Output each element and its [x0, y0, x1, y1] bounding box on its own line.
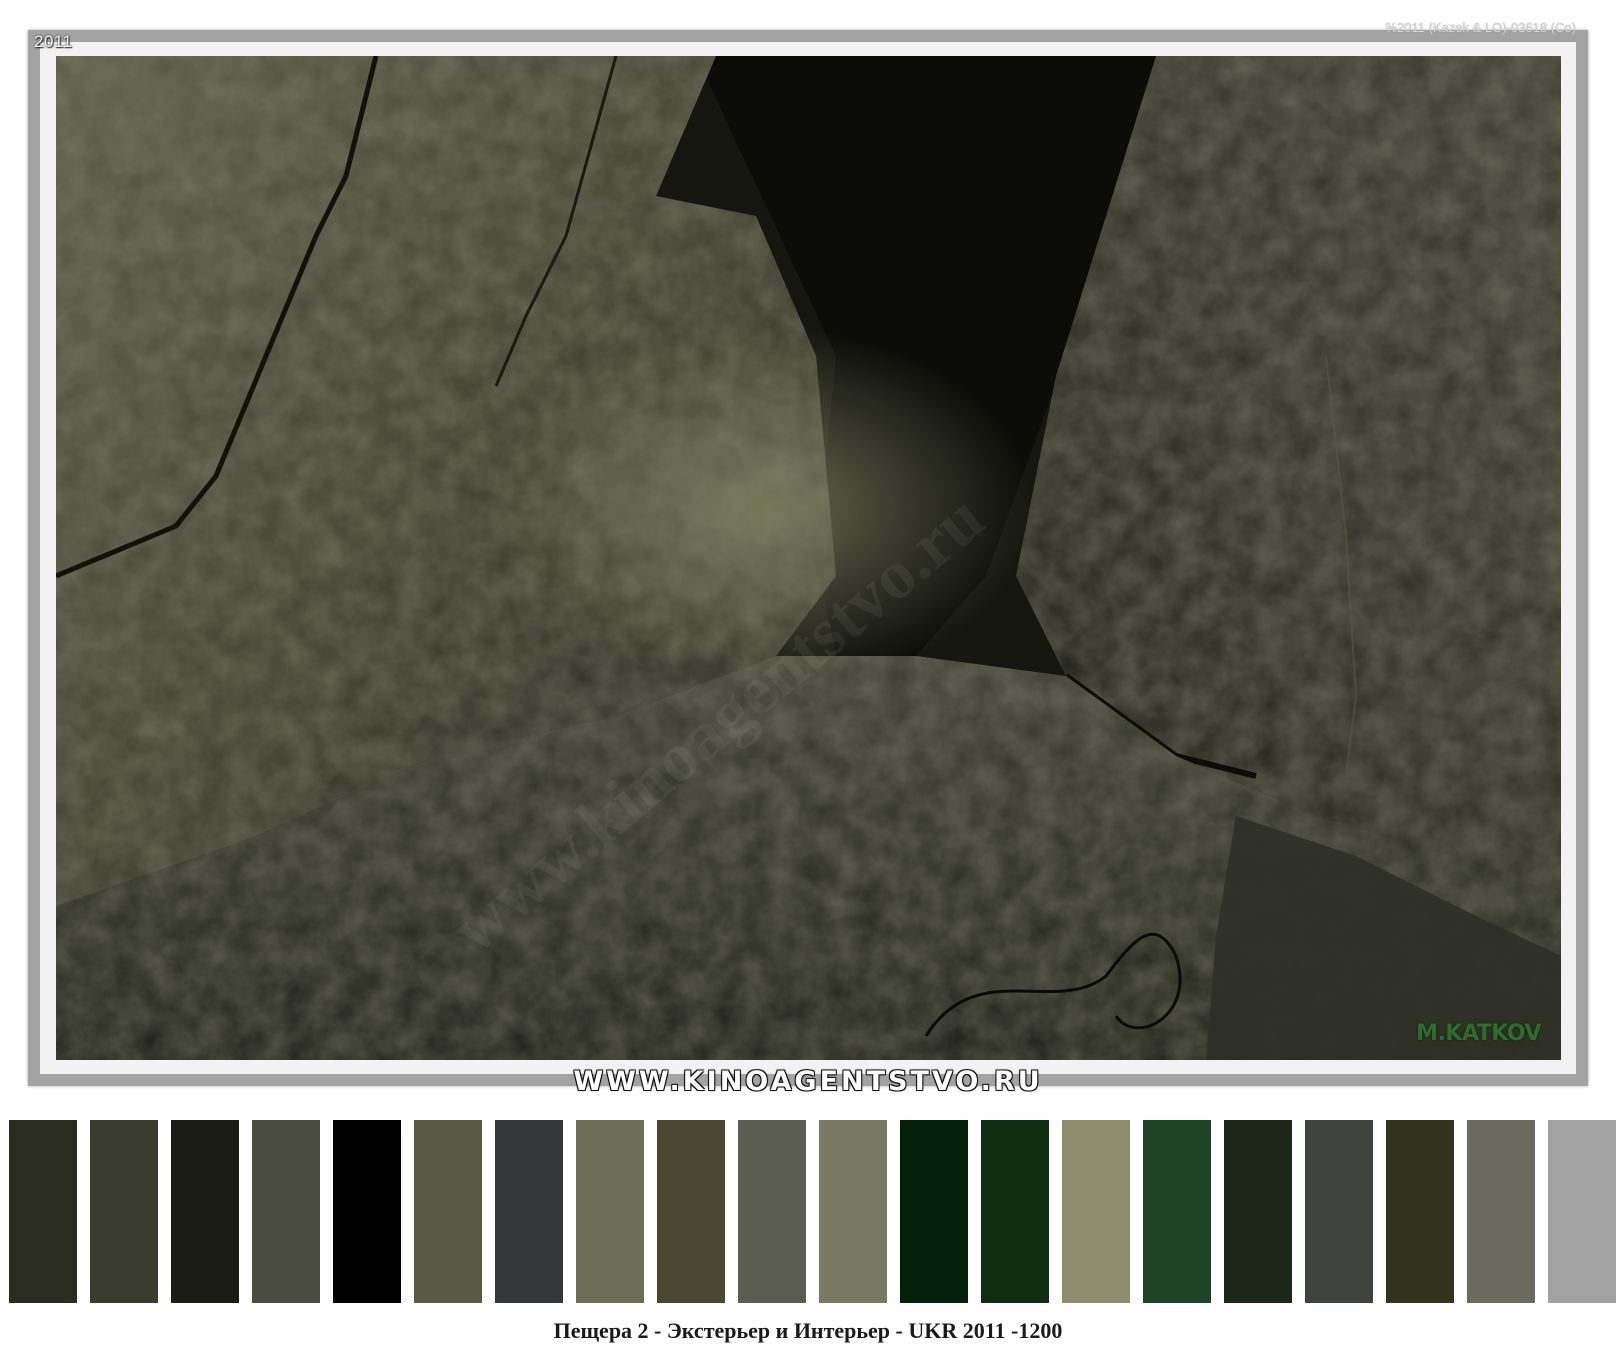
palette-swatch: [1143, 1120, 1211, 1303]
palette-swatch: [819, 1120, 887, 1303]
palette-swatch: [576, 1120, 644, 1303]
image-caption: Пещера 2 - Экстерьер и Интерьер - UKR 20…: [553, 1318, 1063, 1343]
year-label: 2011: [34, 32, 73, 51]
palette-swatch: [90, 1120, 158, 1303]
cave-photo-drawing: www.kinoagentstvo.ru: [56, 56, 1561, 1060]
color-palette: [9, 1120, 1616, 1303]
palette-swatch: [981, 1120, 1049, 1303]
palette-swatch: [738, 1120, 806, 1303]
palette-swatch: [414, 1120, 482, 1303]
palette-swatch: [9, 1120, 77, 1303]
palette-swatch: [1386, 1120, 1454, 1303]
cave-photo: www.kinoagentstvo.ru M.KATKOV: [56, 56, 1561, 1060]
palette-swatch: [171, 1120, 239, 1303]
palette-swatch: [1467, 1120, 1535, 1303]
palette-swatch: [252, 1120, 320, 1303]
palette-swatch: [657, 1120, 725, 1303]
photo-frame: www.kinoagentstvo.ru M.KATKOV: [28, 30, 1588, 1086]
palette-swatch: [1548, 1120, 1616, 1303]
site-banner: WWW.KINOAGENTSTVO.RU: [573, 1066, 1043, 1097]
copyright-label: %2011 (Kazek & LO)-03618 (Co): [1385, 20, 1576, 35]
palette-swatch: [900, 1120, 968, 1303]
palette-swatch: [1224, 1120, 1292, 1303]
palette-swatch: [333, 1120, 401, 1303]
photographer-signature: M.KATKOV: [1416, 1021, 1541, 1046]
palette-swatch: [1062, 1120, 1130, 1303]
palette-swatch: [1305, 1120, 1373, 1303]
palette-swatch: [495, 1120, 563, 1303]
